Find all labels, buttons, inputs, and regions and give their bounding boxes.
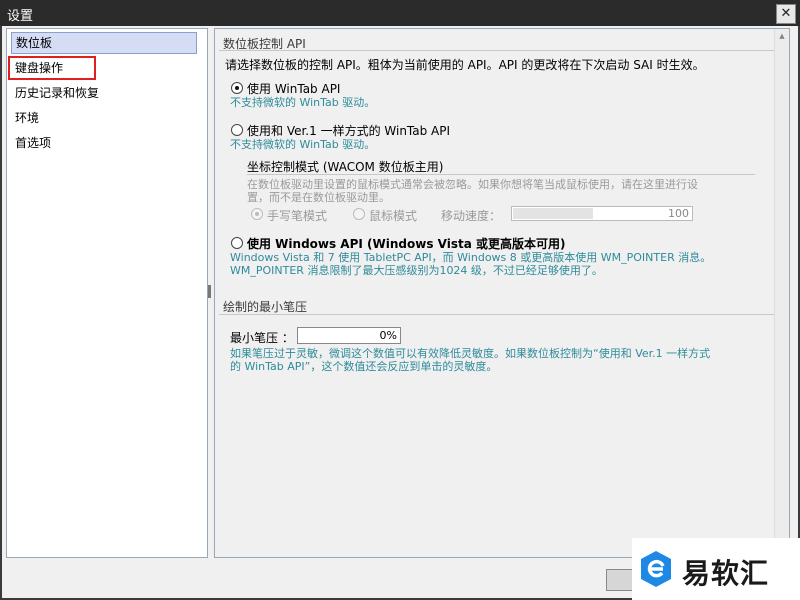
min-pressure-value: 0% (379, 329, 397, 342)
wintab-label[interactable]: 使用 WinTab API (247, 80, 340, 97)
settings-dialog: 数位板 键盘操作 历史记录和恢复 环境 首选项 数位板控制 API 请选择数位板… (2, 26, 798, 598)
pen-mode-radio[interactable] (251, 208, 263, 220)
category-sidebar: 数位板 键盘操作 历史记录和恢复 环境 首选项 (6, 28, 208, 558)
splitter-handle[interactable] (208, 285, 211, 298)
sidebar-item-environment[interactable]: 环境 (11, 108, 195, 128)
speed-label: 移动速度： (441, 209, 502, 223)
mouse-mode-radio[interactable] (353, 208, 365, 220)
windows-api-hint-line2: WM_POINTER 消息限制了最大压感级别为1024 级，不过已经足够使用了。 (230, 264, 603, 277)
coord-desc-line2: 置，而不是在数位板驱动里。 (247, 191, 390, 204)
pen-mode-label[interactable]: 手写笔模式 (267, 207, 327, 224)
ver1-wintab-hint: 不支持微软的 WinTab 驱动。 (230, 138, 376, 151)
pressure-hint-line2: 的 WinTab API”，这个数值还会反应到单击的灵敏度。 (230, 360, 498, 373)
wintab-hint: 不支持微软的 WinTab 驱动。 (230, 96, 376, 109)
ver1-wintab-label[interactable]: 使用和 Ver.1 一样方式的 WinTab API (247, 122, 450, 139)
speed-slider[interactable]: 100 (511, 206, 693, 221)
min-pressure-label: 最小笔压 ： (230, 331, 294, 345)
speed-value: 100 (668, 207, 689, 220)
pressure-hint-line1: 如果笔压过于灵敏，微调这个数值可以有效降低灵敏度。如果数位板控制为“使用和 Ve… (230, 347, 711, 360)
sidebar-item-history[interactable]: 历史记录和恢复 (11, 83, 195, 103)
coord-mode-title: 坐标控制模式 (WACOM 数位板主用) (247, 160, 444, 174)
highlight-box (8, 56, 96, 80)
e-logo-icon (641, 551, 671, 587)
windows-api-hint-line1: Windows Vista 和 7 使用 TabletPC API，而 Wind… (230, 251, 712, 264)
section-divider (219, 50, 775, 51)
window-title: 设置 (7, 9, 34, 24)
api-description: 请选择数位板的控制 API。粗体为当前使用的 API。API 的更改将在下次启动… (225, 58, 705, 72)
title-bar: 设置 ✕ (0, 0, 800, 26)
settings-panel: 数位板控制 API 请选择数位板的控制 API。粗体为当前使用的 API。API… (214, 28, 790, 558)
min-pressure-input[interactable]: 0% (297, 327, 401, 344)
close-button[interactable]: ✕ (776, 4, 796, 24)
wintab-radio[interactable] (231, 82, 243, 94)
speed-slider-fill (513, 208, 593, 219)
sidebar-item-preferences[interactable]: 首选项 (11, 133, 195, 153)
panel-scrollbar[interactable]: ▲ ▼ (774, 29, 789, 557)
watermark-text: 易软汇 (682, 557, 770, 590)
sidebar-item-tablet[interactable]: 数位板 (11, 32, 197, 54)
pressure-section-title: 绘制的最小笔压 (223, 300, 308, 314)
windows-api-radio[interactable] (231, 237, 243, 249)
scroll-up-icon[interactable]: ▲ (777, 31, 787, 41)
ver1-wintab-radio[interactable] (231, 124, 243, 136)
coord-divider (247, 174, 755, 175)
coord-desc-line1: 在数位板驱动里设置的鼠标模式通常会被忽略。如果你想将笔当成鼠标使用，请在这里进行… (247, 178, 698, 191)
watermark: 易软汇 (632, 538, 800, 600)
section-divider (219, 314, 775, 315)
windows-api-label[interactable]: 使用 Windows API (Windows Vista 或更高版本可用) (247, 235, 565, 252)
mouse-mode-label[interactable]: 鼠标模式 (369, 207, 417, 224)
